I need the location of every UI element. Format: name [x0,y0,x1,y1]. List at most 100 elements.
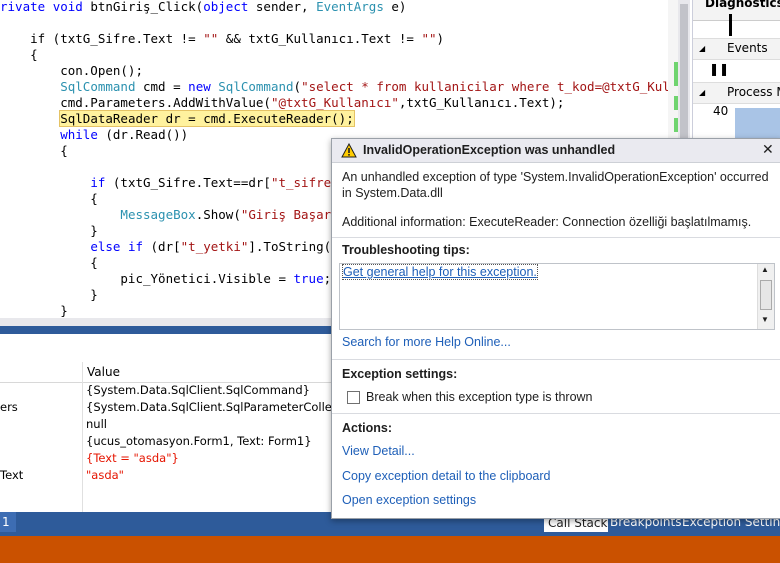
locals-name: ers [0,400,18,414]
troubleshooting-tips-list[interactable]: Get general help for this exception. ▲ ▼ [339,263,775,330]
code-token: ( [293,79,302,94]
code-token: && txtG_Kullanıcı.Text != [218,31,422,46]
code-token: .Show( [195,207,241,222]
locals-window: Value {System.Data.SqlClient.SqlCommand}… [0,334,332,512]
search-help-online-link[interactable]: Search for more Help Online... [342,335,511,349]
collapse-triangle-icon[interactable]: ◢ [699,88,705,97]
scroll-down-icon[interactable]: ▼ [761,315,769,324]
scroll-up-icon[interactable]: ▲ [761,265,769,274]
locals-value: "asda" [86,468,124,482]
locals-row[interactable]: ers {System.Data.SqlClient.SqlParameterCo… [0,399,332,416]
memory-axis-value: 40 [713,104,729,118]
break-when-thrown-label[interactable]: Break when this exception type is thrown [366,390,593,404]
process-memory-label: Process M [727,85,780,99]
break-when-thrown-checkbox[interactable] [347,391,360,404]
locals-value: {ucus_otomasyon.Form1, Text: Form1} [86,434,312,448]
code-line[interactable]: { [0,143,68,159]
code-token: cmd = [135,79,189,94]
exception-settings-heading: Exception settings: [342,367,458,381]
code-token: "select * from kullanicilar where t_kod=… [301,79,668,94]
code-token: "" [203,31,219,46]
code-line[interactable]: } [0,287,98,303]
code-token: } [0,303,68,318]
code-line[interactable]: } [0,223,98,239]
events-section[interactable]: ◢ Events [693,38,780,60]
locals-value: {Text = "asda"} [86,451,179,465]
code-line[interactable]: SqlDataReader dr = cmd.ExecuteReader(); [0,110,355,127]
code-token: } [0,287,98,302]
exception-additional-info: Additional information: ExecuteReader: C… [342,215,752,229]
code-token: SqlCommand [218,79,294,94]
code-token: pic_Yönetici.Visible = [0,271,294,286]
code-token: "" [421,31,437,46]
process-memory-section[interactable]: ◢ Process M [693,82,780,104]
code-token: { [0,191,98,206]
code-line[interactable]: con.Open(); [0,63,143,79]
locals-row[interactable]: {ucus_otomasyon.Form1, Text: Form1} [0,433,332,450]
code-token: con.Open(); [0,63,143,78]
code-token: cmd.Parameters.AddWithValue( [0,95,271,110]
actions-heading: Actions: [342,421,392,435]
locals-value: {System.Data.SqlClient.SqlParameterColle… [86,400,332,414]
code-token: if (txtG_Sifre.Text != [0,31,204,46]
code-token: SqlCommand [60,79,136,94]
timeline-ruler [693,12,780,38]
tab-left[interactable]: 1 [0,512,16,532]
code-token: ) [436,31,445,46]
tips-scrollbar[interactable]: ▲ ▼ [757,264,774,329]
open-exception-settings-link[interactable]: Open exception settings [342,493,476,507]
locals-row[interactable]: {System.Data.SqlClient.SqlCommand} [0,382,332,399]
code-token: { [0,255,98,270]
code-token: (dr[ [143,239,181,254]
close-icon[interactable]: ✕ [762,141,774,158]
code-line[interactable]: if (txtG_Sifre.Text==dr["t_sifre"].To [0,175,368,191]
scrollbar-thumb[interactable] [680,4,688,154]
locals-row[interactable]: {Text = "asda"} [0,450,332,467]
code-token: new [188,79,211,94]
status-bar [0,536,780,563]
code-line[interactable]: MessageBox.Show("Giriş Başarılı") [0,207,368,223]
code-token: { [0,143,68,158]
code-token: (dr.Read()) [97,127,189,142]
code-token: "t_yetki" [180,239,249,254]
locals-column-header: Value [0,362,332,383]
code-line[interactable]: else if (dr["t_yetki"].ToString()=="1 [0,239,368,255]
code-line[interactable]: { [0,191,98,207]
copy-exception-detail-link[interactable]: Copy exception detail to the clipboard [342,469,550,483]
code-token: if [90,175,106,190]
events-label: Events [727,41,768,55]
section-divider [332,359,780,360]
value-column-header[interactable]: Value [87,365,120,379]
view-detail-link[interactable]: View Detail... [342,444,415,458]
code-line[interactable]: { [0,47,38,63]
locals-row[interactable]: Text "asda" [0,467,332,484]
collapse-triangle-icon[interactable]: ◢ [699,44,705,53]
code-line[interactable]: SqlCommand cmd = new SqlCommand("select … [0,79,668,95]
pause-icon[interactable]: ❚❚ [709,62,729,76]
general-help-link[interactable]: Get general help for this exception. [342,264,538,280]
section-divider [332,237,780,238]
code-line[interactable]: pic_Yönetici.Visible = true; [0,271,331,287]
code-line[interactable]: { [0,255,98,271]
exception-title: InvalidOperationException was unhandled [363,143,616,157]
code-line[interactable]: if (txtG_Sifre.Text != "" && txtG_Kullan… [0,31,444,47]
code-token: ; [323,271,332,286]
code-token: while [60,127,98,142]
code-line[interactable]: while (dr.Read()) [0,127,188,143]
code-token: } [0,223,98,238]
locals-row[interactable]: null [0,416,332,433]
current-statement: SqlDataReader dr = cmd.ExecuteReader(); [59,110,355,127]
code-line[interactable]: } [0,303,68,318]
code-line[interactable]: rivate void btnGiriş_Click(object sender… [0,0,406,15]
code-line[interactable]: cmd.Parameters.AddWithValue("@txtG_Kulla… [0,95,564,111]
scrollbar-thumb[interactable] [760,280,772,310]
locals-value: {System.Data.SqlClient.SqlCommand} [86,383,310,397]
events-track: ❚❚ [693,60,780,80]
code-token: ,txtG_Kullanıcı.Text); [398,95,565,110]
locals-name: Text [0,468,24,482]
